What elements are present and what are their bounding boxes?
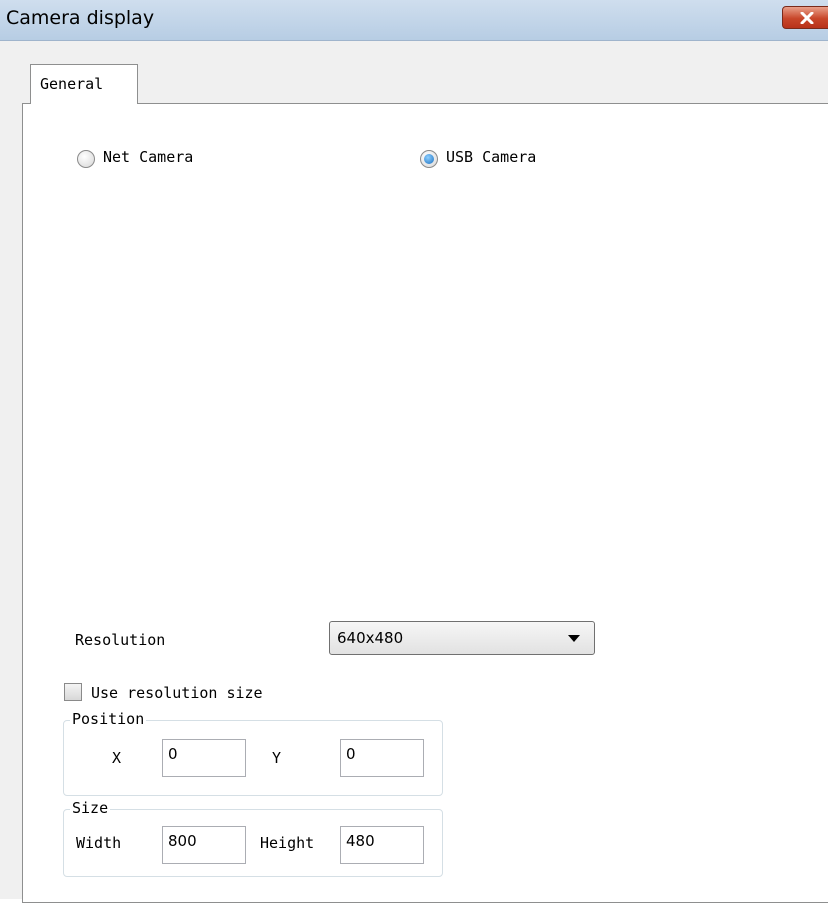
size-group: Size Width 800 Height 480 <box>63 799 443 877</box>
position-y-value: 0 <box>346 745 356 763</box>
size-height-label: Height <box>260 834 315 852</box>
position-x-label: X <box>112 749 122 767</box>
size-width-label: Width <box>76 834 122 852</box>
position-group: Position X 0 Y 0 <box>63 710 443 796</box>
tab-general[interactable]: General <box>30 64 138 104</box>
position-x-value: 0 <box>168 745 178 763</box>
position-group-title: Position <box>70 710 147 728</box>
radio-net-camera[interactable] <box>77 150 95 168</box>
title-bar: Camera display <box>0 0 828 41</box>
dialog-body: General Net Camera USB Camera Resolution… <box>0 41 828 903</box>
resolution-label: Resolution <box>75 631 166 649</box>
size-height-input[interactable]: 480 <box>340 826 424 864</box>
resolution-select[interactable]: 640x480 <box>329 621 595 655</box>
use-resolution-size-checkbox[interactable] <box>64 683 82 701</box>
tab-panel-general: Net Camera USB Camera Resolution 640x480… <box>22 103 828 903</box>
resolution-value: 640x480 <box>337 629 404 647</box>
size-group-title: Size <box>70 799 111 817</box>
radio-usb-camera-label[interactable]: USB Camera <box>446 148 536 166</box>
position-y-label: Y <box>272 749 282 767</box>
close-button[interactable] <box>782 6 828 29</box>
window-title: Camera display <box>6 7 155 29</box>
size-height-value: 480 <box>346 832 375 850</box>
radio-net-camera-label[interactable]: Net Camera <box>103 148 193 166</box>
size-width-input[interactable]: 800 <box>162 826 246 864</box>
use-resolution-size-label[interactable]: Use resolution size <box>91 684 263 702</box>
size-width-value: 800 <box>168 832 197 850</box>
close-icon <box>800 12 814 24</box>
tab-label: General <box>40 75 104 93</box>
position-x-input[interactable]: 0 <box>162 739 246 777</box>
radio-usb-camera[interactable] <box>420 150 438 168</box>
position-y-input[interactable]: 0 <box>340 739 424 777</box>
chevron-down-icon <box>568 635 580 642</box>
